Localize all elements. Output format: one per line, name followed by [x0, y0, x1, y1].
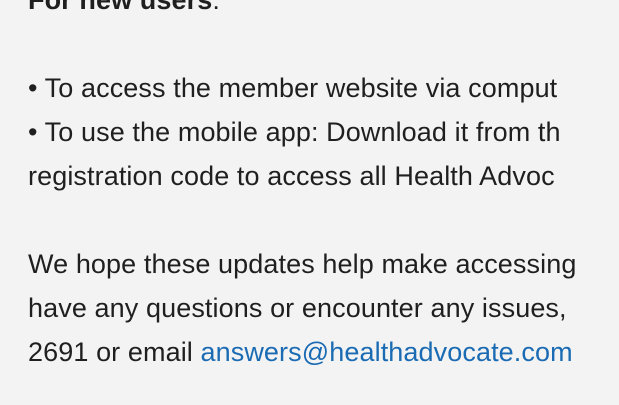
phone-prefix-text: 2691 or email — [28, 337, 201, 367]
closing-line-2: have any questions or encounter any issu… — [28, 293, 567, 323]
bullet-mobile-app: • To use the mobile app: Download it fro… — [28, 117, 561, 147]
heading-colon: : — [212, 0, 220, 15]
email-link[interactable]: answers@healthadvocate.com — [201, 337, 573, 367]
message-body: For new users: • To access the member we… — [28, 0, 619, 374]
new-users-heading: For new users — [28, 0, 213, 15]
bullet-member-website: • To access the member website via compu… — [28, 73, 558, 103]
closing-line-3: 2691 or email answers@healthadvocate.com — [28, 330, 619, 374]
new-users-heading-line: For new users: — [28, 0, 619, 22]
closing-line-1: We hope these updates help make accessin… — [28, 249, 577, 279]
bullet-mobile-app-continued: registration code to access all Health A… — [28, 161, 555, 191]
